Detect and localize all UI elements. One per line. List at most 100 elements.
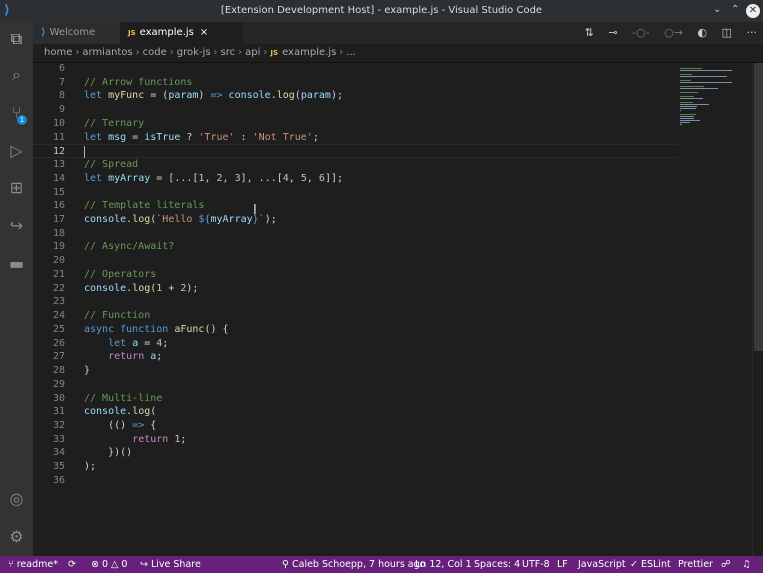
vertical-scrollbar[interactable] [752, 63, 763, 557]
timeline-next-icon[interactable]: ○→ [664, 26, 683, 39]
code-token: // Function [84, 310, 150, 321]
minimap-line [680, 102, 693, 103]
minimap[interactable] [680, 63, 750, 123]
code-line[interactable]: 25async function aFunc() { [33, 323, 678, 337]
accounts-icon[interactable]: ◎ [0, 484, 33, 514]
code-line[interactable]: 22console.log(1 + 2); [33, 282, 678, 296]
search-icon[interactable]: ⌕ [0, 60, 33, 90]
minimap-line [680, 106, 697, 107]
extensions-icon[interactable]: ⊞ [0, 173, 33, 203]
explorer-icon[interactable]: ⧉ [0, 24, 33, 54]
code-editor[interactable]: 67// Arrow functions8let myFunc = (param… [33, 62, 763, 556]
tab-close-icon[interactable]: × [200, 27, 208, 38]
minimap-line [680, 70, 732, 71]
code-line[interactable]: 36 [33, 474, 678, 488]
tab-example-js[interactable]: JSexample.js× [120, 22, 243, 44]
activity-bar: ⧉ ⌕ ⑂1 ▷ ⊞ ↪ ▬ ◎ ⚙ [0, 22, 33, 556]
code-line[interactable]: 24// Function [33, 309, 678, 323]
code-line[interactable]: 30// Multi-line [33, 392, 678, 406]
code-token: param [301, 90, 331, 101]
code-token: return [108, 351, 144, 362]
feedback-icon[interactable]: ☍ [721, 556, 731, 573]
close-window-button[interactable]: ✕ [746, 4, 760, 18]
code-line[interactable]: 20 [33, 254, 678, 268]
code-line[interactable]: 16// Template literals [33, 199, 678, 213]
breadcrumb-item[interactable]: armiantos [82, 47, 132, 58]
code-line[interactable]: 7// Arrow functions [33, 76, 678, 90]
code-line[interactable]: 21// Operators [33, 268, 678, 282]
code-token: // Multi-line [84, 393, 162, 404]
code-line[interactable]: 32 (() => { [33, 419, 678, 433]
more-actions-icon[interactable]: ··· [747, 26, 758, 39]
live-share-status[interactable]: ↪ Live Share [140, 556, 201, 573]
language-mode[interactable]: JavaScript [578, 556, 626, 573]
previous-change-icon[interactable]: ⊸ [608, 26, 617, 39]
code-token: // Arrow functions [84, 77, 192, 88]
code-line[interactable]: 28} [33, 364, 678, 378]
chevron-right-icon: › [238, 47, 242, 58]
code-line[interactable]: 27 return a; [33, 350, 678, 364]
timeline-prev-icon[interactable]: -○- [632, 26, 650, 39]
code-line[interactable]: 35); [33, 460, 678, 474]
code-line[interactable]: 12 [33, 144, 678, 158]
code-text: let myArray = [...[1, 2, 3], ...[4, 5, 6… [84, 172, 343, 186]
code-line[interactable]: 15 [33, 186, 678, 200]
code-line[interactable]: 17console.log(`Hello ${myArray}`); [33, 213, 678, 227]
code-token: console [84, 283, 126, 294]
live-share-icon[interactable]: ↪ [0, 211, 33, 241]
code-line[interactable]: 29 [33, 378, 678, 392]
indentation[interactable]: Spaces: 4 [474, 556, 520, 573]
code-token: => [132, 420, 144, 431]
code-line[interactable]: 11let msg = isTrue ? 'True' : 'Not True'… [33, 131, 678, 145]
code-text: // Function [84, 309, 150, 323]
code-line[interactable]: 13// Spread [33, 158, 678, 172]
code-line[interactable]: 10// Ternary [33, 117, 678, 131]
code-line[interactable]: 14let myArray = [...[1, 2, 3], ...[4, 5,… [33, 172, 678, 186]
code-token: // Async/Await? [84, 241, 174, 252]
code-token: log [277, 90, 295, 101]
docker-icon[interactable]: ▬ [0, 249, 33, 279]
line-number: 21 [33, 268, 65, 282]
blame-label: Caleb Schoepp, 7 hours ago [292, 559, 425, 570]
breadcrumb-item[interactable]: example.js [282, 47, 336, 58]
minimize-button[interactable]: ⌄ [713, 4, 721, 15]
code-line[interactable]: 8let myFunc = (param) => console.log(par… [33, 89, 678, 103]
breadcrumb-item[interactable]: ... [346, 47, 356, 58]
git-blame-status[interactable]: ⚲ Caleb Schoepp, 7 hours ago [282, 556, 425, 573]
code-line[interactable]: 9 [33, 103, 678, 117]
line-number: 11 [33, 131, 65, 145]
scrollbar-thumb[interactable] [754, 63, 763, 351]
code-line[interactable]: 6 [33, 62, 678, 76]
gitlens-icon[interactable]: ◐ [697, 26, 707, 39]
breadcrumb-item[interactable]: home [44, 47, 72, 58]
sync-icon[interactable]: ⟳ [68, 556, 76, 573]
eslint-status[interactable]: ✓ ESLint [630, 556, 671, 573]
code-line[interactable]: 26 let a = 4; [33, 337, 678, 351]
code-line[interactable]: 19// Async/Await? [33, 240, 678, 254]
breadcrumb-item[interactable]: code [143, 47, 167, 58]
problems-status[interactable]: ⊗ 0 △ 0 [91, 556, 127, 573]
source-control-icon[interactable]: ⑂1 [0, 98, 33, 128]
settings-gear-icon[interactable]: ⚙ [0, 522, 33, 552]
code-line[interactable]: 31console.log( [33, 405, 678, 419]
breadcrumb-item[interactable]: grok-js [177, 47, 211, 58]
code-token: ]]; [325, 173, 343, 184]
code-text: // Ternary [84, 117, 144, 131]
code-line[interactable]: 18 [33, 227, 678, 241]
run-debug-icon[interactable]: ▷ [0, 136, 33, 166]
encoding[interactable]: UTF-8 [522, 556, 550, 573]
breadcrumb-item[interactable]: api [245, 47, 260, 58]
end-of-line[interactable]: LF [557, 556, 568, 573]
code-line[interactable]: 23 [33, 295, 678, 309]
breadcrumb-item[interactable]: src [221, 47, 236, 58]
prettier-status[interactable]: Prettier [678, 556, 713, 573]
notifications-bell-icon[interactable]: ♫ [742, 556, 751, 573]
open-changes-icon[interactable]: ⇅ [585, 26, 594, 39]
tab-welcome[interactable]: ⟩Welcome [33, 22, 120, 44]
maximize-button[interactable]: ⌃ [731, 4, 739, 15]
code-line[interactable]: 34 })() [33, 446, 678, 460]
split-editor-icon[interactable]: ◫ [722, 26, 732, 39]
code-line[interactable]: 33 return 1; [33, 433, 678, 447]
cursor-position[interactable]: Ln 12, Col 1 [415, 556, 472, 573]
branch-status[interactable]: ⑂ readme* [8, 556, 58, 573]
